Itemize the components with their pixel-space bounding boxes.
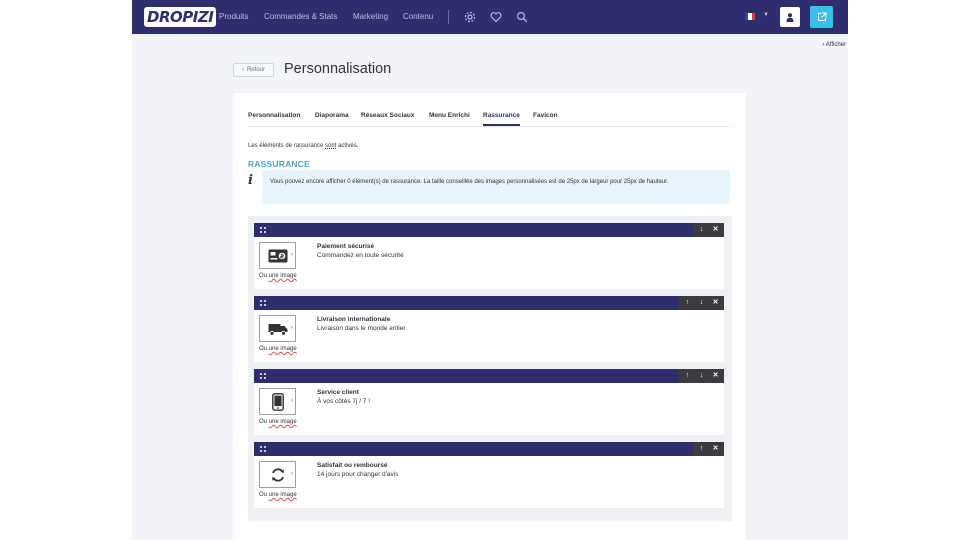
reassurance-item: ↑ ↓ ✕ › Ou une image Service client À vo…	[254, 369, 724, 435]
move-down-button[interactable]: ↓	[697, 223, 706, 237]
item-actions: ↑ ✕	[693, 442, 724, 456]
tab-personnalisation[interactable]: Personnalisation	[248, 112, 300, 119]
gear-icon[interactable]	[464, 11, 476, 23]
show-panel-link[interactable]: ‹ Afficher	[822, 42, 846, 48]
item-actions: ↓ ✕	[693, 223, 724, 237]
tab-bar: Personnalisation Diaporama Réseaux Socia…	[248, 111, 732, 127]
alt-image-link[interactable]: Ou une image	[259, 273, 297, 279]
item-header-bar: ↑ ↓ ✕	[254, 296, 724, 310]
delete-button[interactable]: ✕	[711, 296, 720, 310]
reassurance-list: ↓ ✕ › Ou une image Paiement sécurisé Com…	[248, 216, 732, 521]
item-subtitle[interactable]: Commandez en toute sécurité	[317, 252, 404, 259]
top-navbar: DROPIZI Produits Commandes & Stats Marke…	[132, 0, 848, 34]
delete-button[interactable]: ✕	[711, 223, 720, 237]
item-subtitle[interactable]: Livraison dans le monde entier	[317, 325, 406, 332]
chevron-right-icon: ›	[291, 398, 293, 404]
app-frame: DROPIZI Produits Commandes & Stats Marke…	[132, 0, 848, 540]
delete-button[interactable]: ✕	[711, 442, 720, 456]
move-up-button[interactable]: ↑	[683, 296, 692, 310]
back-label: Retour	[246, 67, 265, 73]
page-title: Personnalisation	[284, 61, 392, 77]
delete-button[interactable]: ✕	[711, 369, 720, 383]
info-message: Vous pouvez encore afficher 0 élément(s)…	[262, 170, 730, 204]
alt-image-link[interactable]: Ou une image	[259, 419, 297, 425]
nav-divider	[448, 10, 449, 24]
drag-handle-icon[interactable]	[259, 299, 267, 307]
item-header-bar: ↓ ✕	[254, 223, 724, 237]
item-subtitle[interactable]: 14 jours pour changer d'avis	[317, 471, 398, 478]
truck-icon	[268, 323, 287, 336]
move-up-button[interactable]: ↑	[683, 369, 692, 383]
back-button[interactable]: ‹ Retour	[233, 63, 274, 77]
icon-picker[interactable]: ›	[259, 461, 296, 488]
section-title: RASSURANCE	[248, 159, 310, 169]
item-actions: ↑ ↓ ✕	[679, 296, 724, 310]
status-text: Les éléments de rassurance sont activés.	[248, 143, 359, 149]
move-up-button[interactable]: ↑	[697, 442, 706, 456]
item-subtitle[interactable]: À vos côtés 7j / 7 !	[317, 398, 370, 405]
tab-favicon[interactable]: Favicon	[533, 112, 558, 119]
heart-icon[interactable]	[490, 11, 502, 23]
item-title[interactable]: Satisfait ou remboursé	[317, 462, 387, 469]
icon-picker[interactable]: ›	[259, 315, 296, 342]
alt-image-link[interactable]: Ou une image	[259, 492, 297, 498]
reassurance-item: ↓ ✕ › Ou une image Paiement sécurisé Com…	[254, 223, 724, 289]
tab-menu-enrichi[interactable]: Menu Enrichi	[429, 112, 470, 119]
reassurance-item: ↑ ✕ › Ou une image Satisfait ou rembours…	[254, 442, 724, 508]
item-header-bar: ↑ ↓ ✕	[254, 369, 724, 383]
french-flag-icon[interactable]	[745, 13, 755, 20]
nav-contenu[interactable]: Contenu	[403, 12, 433, 21]
dropizi-logo[interactable]: DROPIZI	[144, 7, 217, 27]
nav-marketing[interactable]: Marketing	[353, 12, 388, 21]
tab-reseaux-sociaux[interactable]: Réseaux Sociaux	[361, 112, 414, 119]
chevron-left-icon: ‹	[241, 67, 244, 73]
external-link-icon	[817, 12, 827, 22]
content-card: Personnalisation Diaporama Réseaux Socia…	[233, 93, 746, 540]
item-title[interactable]: Paiement sécurisé	[317, 243, 374, 250]
credit-card-icon	[268, 249, 287, 262]
drag-handle-icon[interactable]	[259, 226, 267, 234]
item-actions: ↑ ↓ ✕	[679, 369, 724, 383]
user-account-button[interactable]	[780, 7, 800, 27]
smartphone-icon	[271, 392, 284, 411]
chevron-right-icon: ›	[291, 325, 293, 331]
reassurance-item: ↑ ↓ ✕ › Ou une image Livraison internati…	[254, 296, 724, 362]
item-header-bar: ↑ ✕	[254, 442, 724, 456]
tab-rassurance[interactable]: Rassurance	[483, 112, 520, 126]
afficher-label: Afficher	[825, 42, 846, 48]
drag-handle-icon[interactable]	[259, 372, 267, 380]
move-down-button[interactable]: ↓	[697, 369, 706, 383]
item-title[interactable]: Service client	[317, 389, 359, 396]
icon-picker[interactable]: ›	[259, 388, 296, 415]
search-icon[interactable]	[516, 11, 528, 23]
chevron-right-icon: ›	[291, 471, 293, 477]
drag-handle-icon[interactable]	[259, 445, 267, 453]
alt-image-link[interactable]: Ou une image	[259, 346, 297, 352]
chevron-down-icon[interactable]: ▼	[763, 12, 769, 18]
tab-diaporama[interactable]: Diaporama	[315, 112, 349, 119]
nav-produits[interactable]: Produits	[219, 12, 248, 21]
nav-commandes-stats[interactable]: Commandes & Stats	[264, 12, 337, 21]
open-store-button[interactable]	[810, 6, 833, 28]
move-down-button[interactable]: ↓	[697, 296, 706, 310]
icon-picker[interactable]: ›	[259, 242, 296, 269]
chevron-right-icon: ›	[291, 252, 293, 258]
refresh-icon	[271, 467, 284, 482]
user-icon	[786, 12, 794, 22]
info-icon: i	[248, 173, 253, 188]
item-title[interactable]: Livraison internationale	[317, 316, 390, 323]
